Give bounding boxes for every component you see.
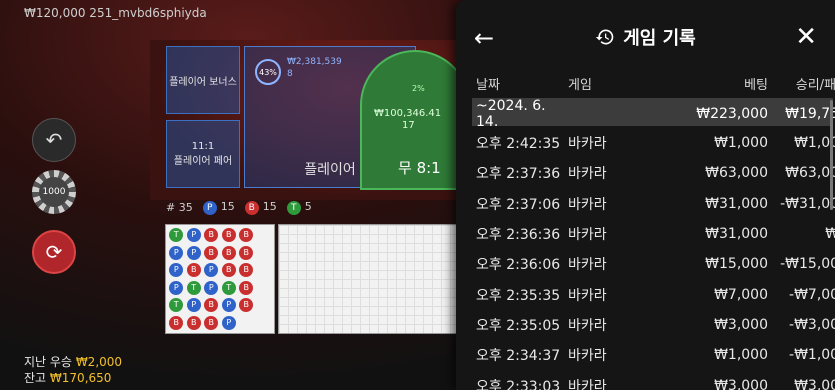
panel-title-text: 게임 기록 xyxy=(623,28,696,49)
tie-dot-icon: T xyxy=(286,201,301,215)
tie-bet[interactable]: 2% ₩100,346.41 17 무 8:1 xyxy=(360,50,470,190)
account-info: ₩120,000 251_mvbd6sphiyda xyxy=(24,6,207,20)
history-scrollbar[interactable] xyxy=(830,100,833,210)
undo-button[interactable]: ↶ xyxy=(32,118,76,162)
game-history-panel: ← 게임 기록 ✕ 날짜 게임 베팅 승리/패배 ~2024. 6. 14. ₩… xyxy=(456,0,835,390)
panel-title: 게임 기록 xyxy=(595,24,696,50)
last-win-value: ₩2,000 xyxy=(75,355,123,369)
arrow-left-icon: ← xyxy=(474,24,495,52)
history-list: 오후 2:42:35바카라₩1,000₩1,000 오후 2:37:36바카라₩… xyxy=(456,128,835,390)
history-row[interactable]: 오후 2:33:03바카라₩3,000₩3,000 xyxy=(456,370,835,390)
player-wins: P 15 xyxy=(202,200,235,215)
chip-selector[interactable]: 1000 xyxy=(32,170,76,214)
chip-value: 1000 xyxy=(39,177,69,207)
player-pair-odds: 11:1 xyxy=(191,141,215,152)
col-bet: 베팅 xyxy=(744,78,768,93)
balance-value: ₩170,650 xyxy=(49,371,112,385)
banker-wins: B 15 xyxy=(244,200,277,215)
history-row[interactable]: 오후 2:35:35바카라₩7,000-₩7,000 xyxy=(456,279,835,309)
history-icon xyxy=(596,29,614,45)
player-pair-label: 플레이어 페어 xyxy=(173,156,233,167)
tie-wins: T5 xyxy=(286,200,312,215)
close-icon: ✕ xyxy=(795,22,817,52)
tie-pct: 2% xyxy=(412,84,425,93)
date-summary-row[interactable]: ~2024. 6. 14. ₩223,000 ₩19,750 xyxy=(472,98,835,130)
tie-count: 17 xyxy=(402,120,415,131)
bead-road[interactable]: TPBBB PPBBB PBPBB PTPTB TPBPB BBBP xyxy=(165,224,275,334)
col-game: 게임 xyxy=(568,78,592,93)
summary-bet: ₩223,000 xyxy=(696,106,768,122)
big-road[interactable] xyxy=(278,224,458,334)
summary-result: ₩19,750 xyxy=(785,106,835,122)
banker-dot-icon: B xyxy=(244,201,259,215)
player-dot-icon: P xyxy=(202,201,217,215)
history-column-headers: 날짜 게임 베팅 승리/패배 xyxy=(456,74,835,94)
undo-icon: ↶ xyxy=(45,128,63,152)
history-row[interactable]: 오후 2:35:05바카라₩3,000-₩3,000 xyxy=(456,310,835,340)
hands-count: # 35 xyxy=(166,201,193,214)
player-pair-bet[interactable]: 11:1 플레이어 페어 xyxy=(166,120,240,188)
player-count: 8 xyxy=(287,69,293,79)
player-bonus-label: 플레이어 보너스 xyxy=(169,76,237,88)
repeat-button[interactable]: ⟳ xyxy=(32,230,76,274)
player-bonus-bet[interactable]: 플레이어 보너스 xyxy=(166,46,240,114)
summary-date: ~2024. 6. 14. xyxy=(476,98,546,130)
road-stats: # 35 P 15 B 15 T5 xyxy=(166,200,312,215)
history-row[interactable]: 오후 2:37:36바카라₩63,000₩63,000 xyxy=(456,158,835,188)
col-result: 승리/패배 xyxy=(795,78,835,93)
col-date: 날짜 xyxy=(476,78,500,93)
balance-info: 지난 우승 ₩2,000 잔고 ₩170,650 xyxy=(24,354,122,386)
close-button[interactable]: ✕ xyxy=(795,22,817,52)
history-row[interactable]: 오후 2:36:36바카라₩31,000₩0 xyxy=(456,219,835,249)
back-button[interactable]: ← xyxy=(474,24,494,52)
player-amount: ₩2,381,539 xyxy=(287,57,342,67)
history-row[interactable]: 오후 2:36:06바카라₩15,000-₩15,000 xyxy=(456,249,835,279)
tie-label: 무 8:1 xyxy=(398,159,441,177)
game-screen: { "top_info": "₩120,000 251_mvbd6sphiyda… xyxy=(0,0,835,390)
repeat-icon: ⟳ xyxy=(45,240,63,264)
last-win-label: 지난 우승 xyxy=(24,355,72,369)
history-row[interactable]: 오후 2:42:35바카라₩1,000₩1,000 xyxy=(456,128,835,158)
tie-amount: ₩100,346.41 xyxy=(374,108,442,119)
history-row[interactable]: 오후 2:37:06바카라₩31,000-₩31,000 xyxy=(456,189,835,219)
player-pct-badge: 43% xyxy=(255,59,281,85)
panel-header: ← 게임 기록 ✕ xyxy=(456,0,835,74)
history-row[interactable]: 오후 2:34:37바카라₩1,000-₩1,000 xyxy=(456,340,835,370)
balance-label: 잔고 xyxy=(24,371,47,385)
